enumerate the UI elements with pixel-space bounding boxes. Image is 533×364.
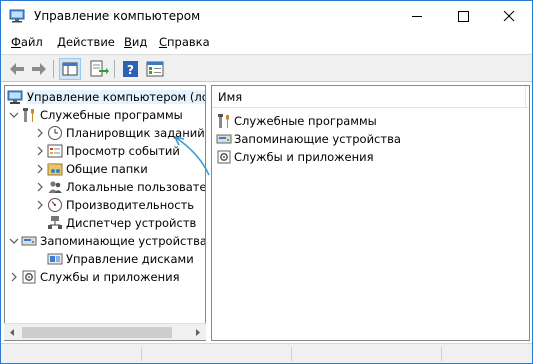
event-viewer-icon [47, 143, 63, 159]
tree-label: Запоминающие устройства [40, 234, 206, 248]
scrollbar-thumb[interactable] [22, 327, 172, 338]
forward-icon[interactable] [28, 58, 50, 80]
chevron-right-icon[interactable] [35, 163, 45, 174]
status-divider [141, 347, 142, 361]
computer-management-window: Управление компьютером Файл Действие Вид… [0, 0, 533, 364]
menu-action[interactable]: Действие [57, 35, 115, 49]
window-title: Управление компьютером [34, 9, 201, 23]
services-icon [21, 269, 37, 285]
tree-label: Планировщик заданий [66, 126, 205, 140]
shared-folder-icon [47, 161, 63, 177]
chevron-down-icon[interactable] [9, 109, 19, 119]
properties-icon[interactable] [144, 58, 166, 80]
storage-icon [216, 131, 232, 147]
back-icon[interactable] [6, 58, 28, 80]
tree-label: Просмотр событий [66, 144, 180, 158]
device-manager-icon [47, 215, 63, 231]
tree-label: Управление компьютером (локальным) [27, 90, 205, 104]
tree-label: Управление дисками [66, 252, 194, 266]
chevron-down-icon[interactable] [9, 235, 19, 245]
export-icon[interactable] [87, 58, 109, 80]
close-button[interactable] [486, 1, 532, 32]
scroll-left-icon[interactable] [4, 324, 21, 341]
computer-management-icon [9, 9, 25, 23]
tree-label: Службы и приложения [40, 270, 180, 284]
services-icon [216, 149, 232, 165]
tree-label: Локальные пользователи [66, 180, 206, 194]
minimize-button[interactable] [394, 1, 440, 32]
toolbar-separator [53, 60, 54, 78]
details-pane[interactable]: Имя Служебные программы Запоминающие уст… [211, 85, 530, 341]
chevron-right-icon[interactable] [35, 145, 45, 156]
chevron-right-icon[interactable] [9, 271, 19, 282]
scroll-right-icon[interactable] [189, 324, 206, 341]
tree-label: Общие папки [66, 162, 148, 176]
status-bar [1, 343, 532, 363]
tree-horizontal-scrollbar[interactable] [4, 323, 206, 340]
chevron-right-icon[interactable] [35, 199, 45, 210]
menu-view[interactable]: Вид [124, 35, 147, 49]
menu-help[interactable]: Справка [159, 35, 210, 49]
computer-management-icon [7, 89, 23, 105]
disk-management-icon [47, 251, 63, 267]
console-tree[interactable]: Управление компьютером (локальным) Служе… [4, 85, 206, 341]
performance-icon [47, 197, 63, 213]
tree-label: Производительность [66, 198, 195, 212]
system-tools-icon [21, 107, 37, 123]
help-icon[interactable]: ? [120, 58, 142, 80]
column-header-name[interactable]: Имя [212, 86, 529, 108]
system-tools-icon [216, 113, 232, 129]
title-bar[interactable]: Управление компьютером [1, 1, 532, 32]
chevron-right-icon[interactable] [35, 181, 45, 192]
toolbar: ? [1, 54, 532, 82]
list-item-label: Служебные программы [234, 114, 377, 128]
tree-label: Служебные программы [40, 108, 183, 122]
status-divider [441, 347, 442, 361]
menu-bar: Файл Действие Вид Справка [1, 32, 532, 53]
status-divider [291, 347, 292, 361]
column-separator[interactable] [525, 86, 526, 108]
console-tree-icon[interactable] [59, 58, 81, 80]
list-item-label: Службы и приложения [234, 150, 374, 164]
chevron-right-icon[interactable] [35, 127, 45, 138]
storage-icon [21, 233, 37, 249]
list-item-label: Запоминающие устройства [234, 132, 401, 146]
clock-icon [47, 125, 63, 141]
menu-file[interactable]: Файл [11, 35, 43, 49]
tree-label: Диспетчер устройств [66, 216, 197, 230]
svg-text:?: ? [127, 63, 134, 77]
column-header-label: Имя [218, 90, 243, 104]
toolbar-separator [114, 60, 115, 78]
maximize-button[interactable] [440, 1, 486, 32]
users-icon [47, 179, 63, 195]
